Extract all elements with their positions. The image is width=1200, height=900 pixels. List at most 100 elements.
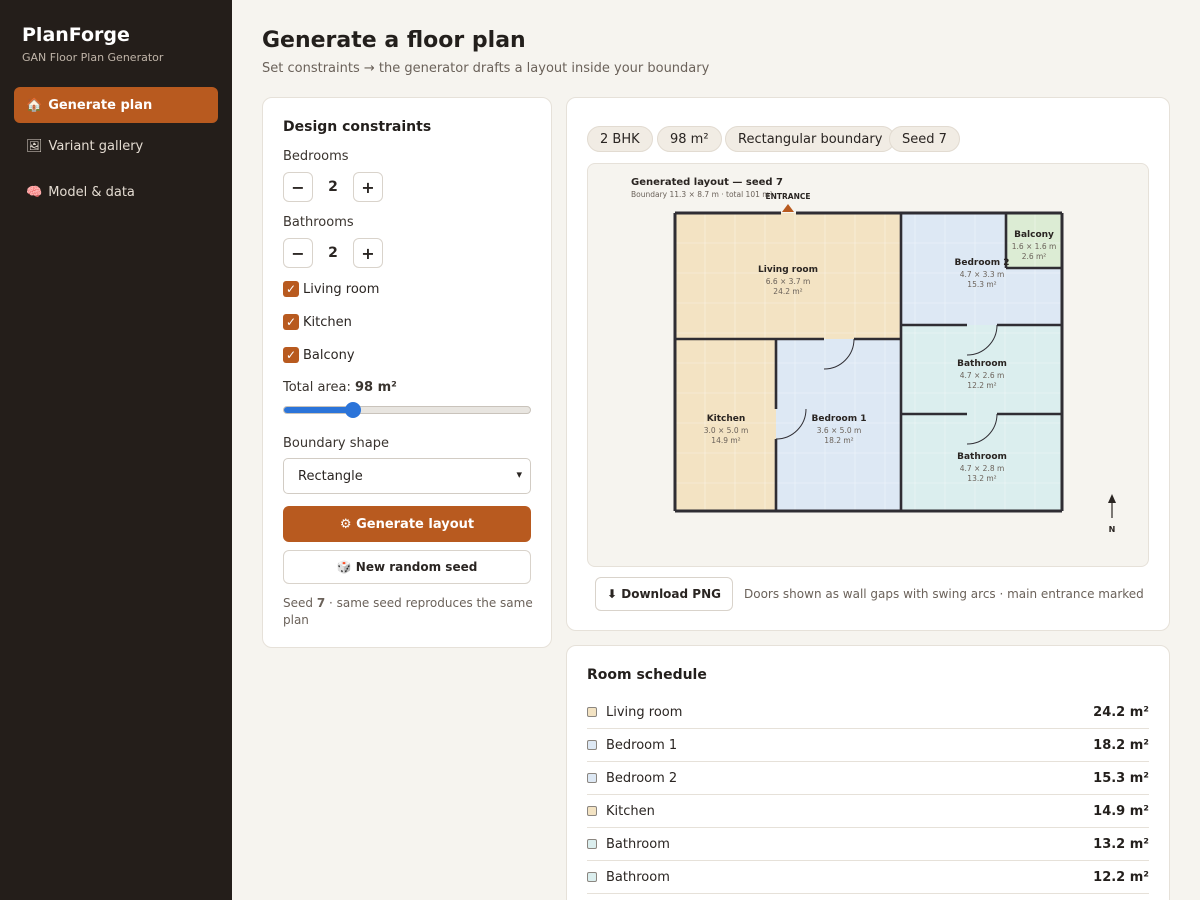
room-color-swatch <box>587 773 597 783</box>
nav-label: Variant gallery <box>48 138 144 154</box>
boundary-shape-select[interactable]: Rectangle ▾ <box>283 458 531 494</box>
room-dims: 6.6 × 3.7 m <box>766 277 811 286</box>
north-arrow-icon <box>1108 494 1116 518</box>
nav-generate-plan[interactable]: 🏠 Generate plan <box>14 87 218 123</box>
page-subtitle: Set constraints → the generator drafts a… <box>262 61 710 76</box>
room-dims: 1.6 × 1.6 m <box>1012 242 1057 251</box>
room-area: 13.2 m² <box>967 474 996 483</box>
bedrooms-increment-button[interactable]: + <box>353 172 383 202</box>
room-dims: 3.6 × 5.0 m <box>817 426 862 435</box>
room-living <box>675 213 901 339</box>
check-icon: ✓ <box>283 347 299 363</box>
plan-subtitle: Boundary 11.3 × 8.7 m · total 101 m² <box>631 190 773 199</box>
room-name: Kitchen <box>606 803 655 819</box>
bathrooms-decrement-button[interactable]: − <box>283 238 313 268</box>
room-bedroom-2-extension <box>1006 268 1062 325</box>
constraints-title: Design constraints <box>283 119 432 135</box>
seed-number: 7 <box>316 596 326 610</box>
area-label-text: Total area: <box>283 380 351 395</box>
room-bedroom-2 <box>901 213 1006 325</box>
room-area: 12.2 m² <box>967 381 996 390</box>
bedrooms-decrement-button[interactable]: − <box>283 172 313 202</box>
table-row: Bathroom 12.2 m² <box>587 861 1149 894</box>
room-name: Kitchen <box>707 414 746 424</box>
table-row: Kitchen 14.9 m² <box>587 795 1149 828</box>
room-area: 15.3 m² <box>967 280 996 289</box>
seed-note-prefix: Seed <box>283 596 317 610</box>
room-name: Bedroom 2 <box>606 770 678 786</box>
room-name: Bathroom <box>606 836 670 852</box>
room-name: Bathroom <box>957 452 1007 462</box>
room-area: 18.2 m² <box>1093 737 1149 753</box>
bathrooms-value: 2 <box>328 245 338 261</box>
room-name: Bedroom 1 <box>606 737 678 753</box>
chip-area: 98 m² <box>657 126 722 152</box>
entrance-marker-icon <box>782 204 794 212</box>
room-dims: 4.7 × 2.8 m <box>960 464 1005 473</box>
chip-seed: Seed 7 <box>889 126 960 152</box>
room-schedule-title: Room schedule <box>587 667 707 683</box>
floor-plan-canvas: Generated layout — seed 7 Boundary 11.3 … <box>587 163 1149 567</box>
check-icon: ✓ <box>283 314 299 330</box>
room-area: 24.2 m² <box>1093 704 1149 720</box>
room-bathroom-upper <box>901 325 1062 414</box>
bedrooms-value: 2 <box>328 179 338 195</box>
chip-boundary: Rectangular boundary <box>725 126 896 152</box>
plan-title: Generated layout — seed 7 <box>631 177 783 188</box>
seed-note: Seed 7 · same seed reproduces the same p… <box>283 595 533 629</box>
room-color-swatch <box>587 740 597 750</box>
room-area: 14.9 m² <box>1093 803 1149 819</box>
north-label: N <box>1109 525 1116 534</box>
bedrooms-label: Bedrooms <box>283 149 349 164</box>
chevron-down-icon: ▾ <box>516 468 522 481</box>
floor-plan-svg: Generated layout — seed 7 Boundary 11.3 … <box>631 177 1116 534</box>
nav-label: Generate plan <box>48 97 153 113</box>
room-name: Balcony <box>1014 230 1054 240</box>
room-color-swatch <box>587 839 597 849</box>
select-value: Rectangle <box>298 468 363 484</box>
room-dims: 4.7 × 3.3 m <box>960 270 1005 279</box>
room-color-swatch <box>587 707 597 717</box>
room-name: Bedroom 1 <box>812 414 867 424</box>
room-color-swatch <box>587 872 597 882</box>
room-name: Bathroom <box>606 869 670 885</box>
room-dims: 3.0 × 5.0 m <box>704 426 749 435</box>
room-dims: 4.7 × 2.6 m <box>960 371 1005 380</box>
room-name: Living room <box>606 704 683 720</box>
chip-bhk: 2 BHK <box>587 126 653 152</box>
new-random-seed-button[interactable]: 🎲 New random seed <box>283 550 531 584</box>
app-name: PlanForge <box>22 24 130 46</box>
constraints-card: Design constraints Bedrooms − 2 + Bathro… <box>262 97 552 648</box>
room-area: 18.2 m² <box>824 436 853 445</box>
download-png-button[interactable]: ⬇ Download PNG <box>595 577 733 611</box>
total-area-label: Total area: 98 m² <box>283 380 397 395</box>
picture-icon: 🖼 <box>26 138 43 154</box>
room-area: 15.3 m² <box>1093 770 1149 786</box>
generate-layout-button[interactable]: ⚙ Generate layout <box>283 506 531 542</box>
living-room-checkbox[interactable]: ✓ Living room <box>283 281 379 297</box>
table-row: Bedroom 2 15.3 m² <box>587 762 1149 795</box>
nav-model-data[interactable]: 🧠 Model & data <box>14 174 218 210</box>
page-title: Generate a floor plan <box>262 28 526 53</box>
brain-icon: 🧠 <box>26 184 43 200</box>
slider-fill <box>284 407 354 413</box>
nav-variant-gallery[interactable]: 🖼 Variant gallery <box>14 128 218 164</box>
slider-thumb[interactable] <box>345 402 362 418</box>
room-name: Living room <box>758 265 818 275</box>
bathrooms-increment-button[interactable]: + <box>353 238 383 268</box>
bedrooms-stepper: − 2 + <box>283 172 383 202</box>
room-kitchen <box>675 339 776 511</box>
plan-card: 2 BHK 98 m² Rectangular boundary Seed 7 … <box>566 97 1170 631</box>
room-name: Bathroom <box>957 359 1007 369</box>
house-icon: 🏠 <box>26 97 43 113</box>
room-area: 13.2 m² <box>1093 836 1149 852</box>
plan-legend-note: Doors shown as wall gaps with swing arcs… <box>744 587 1144 601</box>
area-slider[interactable] <box>283 402 531 418</box>
table-row: Living room 24.2 m² <box>587 696 1149 729</box>
balcony-checkbox[interactable]: ✓ Balcony <box>283 347 355 363</box>
boundary-shape-label: Boundary shape <box>283 436 389 451</box>
check-icon: ✓ <box>283 281 299 297</box>
app-subtitle: GAN Floor Plan Generator <box>22 51 164 64</box>
kitchen-checkbox[interactable]: ✓ Kitchen <box>283 314 352 330</box>
room-name: Bedroom 2 <box>955 258 1010 268</box>
